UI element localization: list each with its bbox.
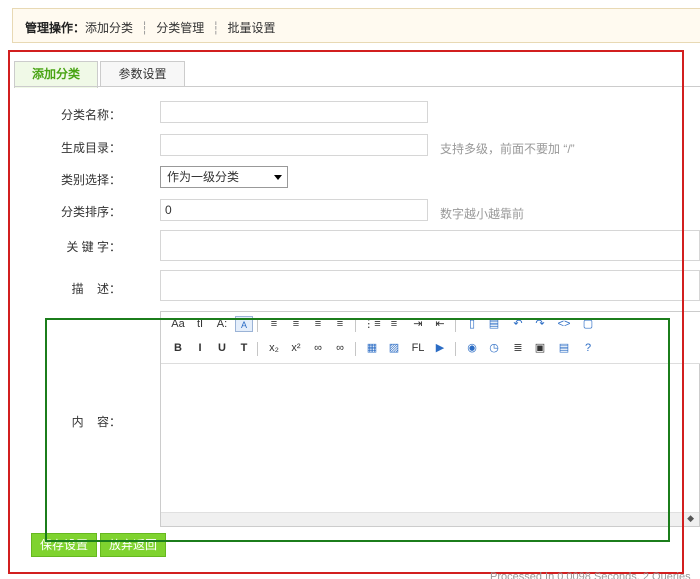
operations-bar: 管理操作：添加分类 ┆ 分类管理 ┆ 批量设置: [12, 8, 700, 43]
category-order-input[interactable]: [160, 199, 428, 221]
label-content: 内 容：: [71, 415, 121, 429]
description-input[interactable]: [160, 270, 700, 301]
category-name-input[interactable]: [160, 101, 428, 123]
save-icon[interactable]: ▤: [555, 340, 573, 356]
separator: ┆: [212, 21, 220, 35]
flash-icon[interactable]: FL: [409, 340, 427, 356]
preview-icon[interactable]: ▢: [579, 316, 597, 332]
unlink-icon[interactable]: ∞: [331, 340, 349, 356]
paste-icon[interactable]: ▯: [463, 316, 481, 332]
outdent-icon[interactable]: ⇤: [431, 316, 449, 332]
superscript-icon[interactable]: x²: [287, 340, 305, 356]
emoticon-icon[interactable]: ◉: [463, 340, 481, 356]
toolbar-separator: [257, 342, 258, 356]
editor-resize-bar[interactable]: ◆: [161, 512, 699, 526]
save-button[interactable]: 保存设置: [31, 533, 97, 557]
category-type-select[interactable]: 作为一级分类: [160, 166, 288, 188]
label-category-name: 分类名称：: [60, 108, 121, 122]
operations-title: 管理操作：: [25, 21, 86, 35]
align-right-icon[interactable]: ≡: [309, 316, 327, 332]
italic-icon[interactable]: I: [191, 340, 209, 356]
unordered-list-icon[interactable]: ≡: [385, 316, 403, 332]
align-left-icon[interactable]: ≡: [265, 316, 283, 332]
paste-text-icon[interactable]: ▤: [485, 316, 503, 332]
keywords-input[interactable]: [160, 230, 700, 261]
label-description: 描 述：: [71, 282, 121, 296]
table-icon[interactable]: ▦: [363, 340, 381, 356]
label-keywords: 关 键 字：: [66, 240, 121, 254]
font-color-icon[interactable]: A: [235, 316, 253, 332]
separator: ┆: [141, 21, 149, 35]
toolbar-separator: [257, 318, 258, 332]
font-size-icon[interactable]: tI: [191, 316, 209, 332]
align-center-icon[interactable]: ≡: [287, 316, 305, 332]
subscript-icon[interactable]: x₂: [265, 340, 283, 356]
label-category-type: 类别选择：: [60, 173, 121, 187]
strikethrough-icon[interactable]: T: [235, 340, 253, 356]
redo-icon[interactable]: ↷: [531, 316, 549, 332]
toolbar-separator: [455, 342, 456, 356]
toolbar-separator: [355, 318, 356, 332]
media-icon[interactable]: ▶: [431, 340, 449, 356]
toolbar-separator: [455, 318, 456, 332]
tab-parameter-settings[interactable]: 参数设置: [100, 61, 185, 87]
link-icon[interactable]: ∞: [309, 340, 327, 356]
resize-icon[interactable]: ◆: [687, 513, 694, 524]
footer-stats: Processed In 0.0098 Seconds, 2 Queries: [490, 571, 691, 579]
align-justify-icon[interactable]: ≡: [331, 316, 349, 332]
indent-icon[interactable]: ⇥: [409, 316, 427, 332]
link-manage-categories[interactable]: 分类管理: [156, 21, 204, 35]
source-code-icon[interactable]: <>: [555, 316, 573, 332]
editor-toolbar: Aa tI A: A ≡ ≡ ≡ ≡ ⋮≡ ≡ ⇥ ⇤ ▯ ▤ ↶ ↷ <> ▢ B I U Tx₂ x² ∞ ∞ ▦ ▨ FL ▶ ◉…: [161, 312, 700, 364]
label-output-dir: 生成目录：: [60, 141, 121, 155]
link-add-category[interactable]: 添加分类: [85, 21, 133, 35]
link-batch-settings[interactable]: 批量设置: [228, 21, 276, 35]
undo-icon[interactable]: ↶: [509, 316, 527, 332]
font-family-icon[interactable]: Aa: [169, 316, 187, 332]
font-format-icon[interactable]: A:: [213, 316, 231, 332]
label-category-order: 分类排序：: [60, 205, 121, 219]
insert-file-icon[interactable]: ▣: [531, 340, 549, 356]
underline-icon[interactable]: U: [213, 340, 231, 356]
category-type-selected: 作为一级分类: [167, 170, 240, 184]
flv-icon[interactable]: ◷: [485, 340, 503, 356]
ordered-list-icon[interactable]: ⋮≡: [363, 316, 381, 332]
category-order-hint: 数字越小越靠前: [440, 207, 525, 221]
image-icon[interactable]: ▨: [385, 340, 403, 356]
chevron-down-icon: [274, 175, 282, 180]
tab-divider: [14, 86, 700, 87]
output-dir-input[interactable]: [160, 134, 428, 156]
content-editor[interactable]: Aa tI A: A ≡ ≡ ≡ ≡ ⋮≡ ≡ ⇥ ⇤ ▯ ▤ ↶ ↷ <> ▢ B I U Tx₂ x² ∞ ∞ ▦ ▨ FL ▶ ◉…: [160, 311, 700, 527]
cancel-button[interactable]: 放弃返回: [100, 533, 166, 557]
output-dir-hint: 支持多级，前面不要加 “/”: [440, 142, 575, 156]
tab-add-category[interactable]: 添加分类: [14, 61, 98, 88]
help-icon[interactable]: ?: [579, 340, 597, 356]
horizontal-rule-icon[interactable]: ≣: [509, 340, 527, 356]
bold-icon[interactable]: B: [169, 340, 187, 356]
toolbar-separator: [355, 342, 356, 356]
